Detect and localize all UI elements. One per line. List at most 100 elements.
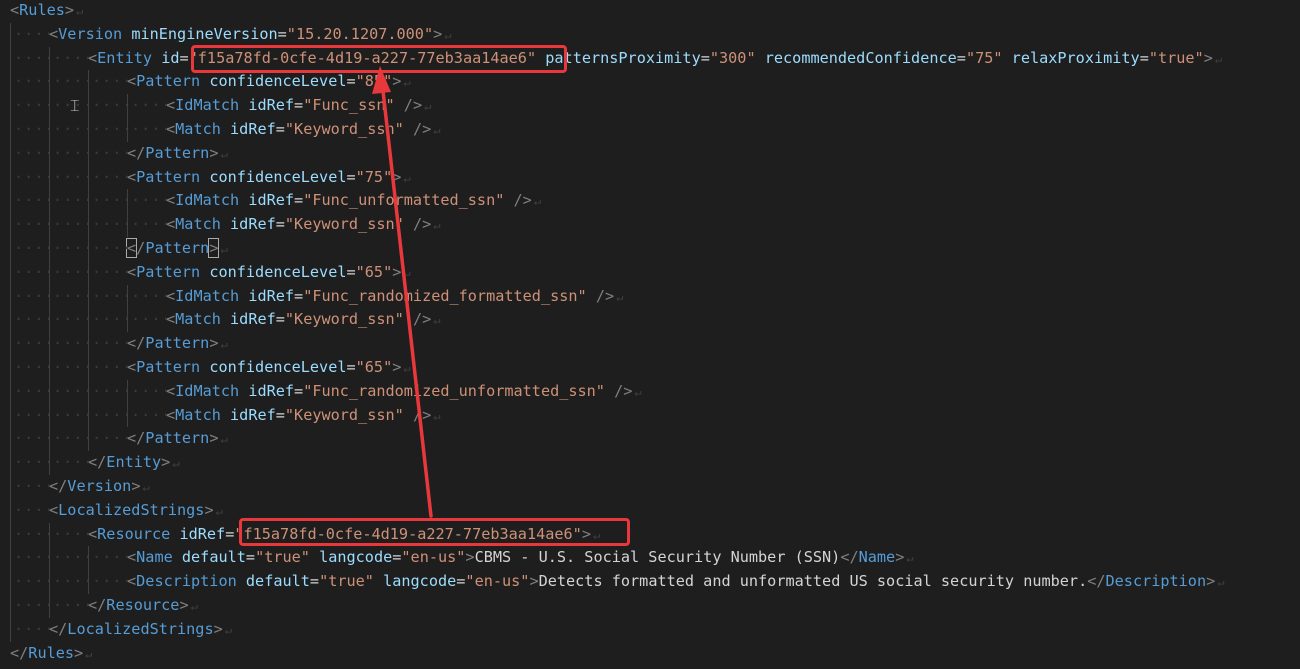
tag-name: Pattern bbox=[136, 167, 201, 186]
code-line[interactable]: <Match idRef="Keyword_ssn" />↵ bbox=[0, 213, 1225, 237]
indent-guide bbox=[49, 260, 94, 285]
indent-guide bbox=[10, 522, 55, 547]
attribute-name: idRef bbox=[179, 524, 226, 543]
code-line[interactable]: <Name default="true" langcode="en-us">CB… bbox=[0, 546, 1225, 570]
indent-guide bbox=[49, 117, 94, 142]
equals-sign: = bbox=[275, 215, 285, 234]
attribute-value: "65" bbox=[355, 357, 393, 376]
code-line[interactable]: </Pattern>↵ bbox=[0, 332, 1225, 356]
text-content bbox=[504, 191, 513, 209]
code-line[interactable]: <IdMatch idRef="Func_randomized_formatte… bbox=[0, 284, 1225, 309]
indent-guide bbox=[10, 332, 55, 356]
punctuation: /> bbox=[412, 215, 432, 234]
indent-guide bbox=[127, 308, 172, 332]
punctuation: /> bbox=[412, 119, 432, 138]
indent-guide bbox=[49, 451, 94, 475]
code-line[interactable]: <Rules> ↵ bbox=[0, 0, 1225, 23]
attribute-name: confidenceLevel bbox=[209, 72, 347, 91]
attribute-name: idRef bbox=[248, 191, 295, 210]
indent-guide bbox=[10, 403, 55, 428]
indent-guide bbox=[10, 379, 55, 404]
code-line[interactable]: <Entity id="f15a78fd-0cfe-4d19-a227-77eb… bbox=[0, 46, 1225, 71]
code-line[interactable]: </Pattern>↵ bbox=[0, 236, 1225, 261]
tag-name: IdMatch bbox=[175, 191, 240, 210]
attribute-name: langcode bbox=[319, 548, 393, 567]
punctuation: > bbox=[209, 334, 219, 353]
line-end-marker: ↵ bbox=[634, 384, 642, 399]
indent-guide bbox=[127, 403, 172, 428]
tag-name: Match bbox=[175, 310, 221, 329]
code-line[interactable]: <Pattern confidenceLevel="75">↵ bbox=[0, 165, 1225, 190]
code-line[interactable]: <Version minEngineVersion="15.20.1207.00… bbox=[0, 22, 1225, 47]
code-line[interactable]: <Description default="true" langcode="en… bbox=[0, 570, 1225, 594]
indent-guide bbox=[49, 379, 94, 404]
code-line[interactable]: <LocalizedStrings>↵ bbox=[0, 498, 1225, 523]
indent-guide bbox=[49, 141, 94, 166]
attribute-value: "Func_randomized_unformatted_ssn" bbox=[303, 381, 605, 400]
text-content bbox=[536, 49, 545, 67]
equals-sign: = bbox=[275, 405, 285, 424]
tag-name: Match bbox=[175, 405, 221, 424]
indent-guide bbox=[49, 570, 94, 594]
equals-sign: = bbox=[294, 286, 304, 305]
punctuation: > bbox=[529, 572, 539, 591]
indent-guide bbox=[10, 141, 55, 166]
tag-name: Resource bbox=[97, 524, 171, 543]
line-end-marker: ↵ bbox=[76, 4, 84, 18]
tag-name: Pattern bbox=[145, 429, 210, 448]
text-content bbox=[395, 96, 404, 114]
indent-guide bbox=[49, 522, 94, 547]
indent-guide bbox=[88, 332, 133, 356]
attribute-name: idRef bbox=[230, 405, 276, 424]
code-line[interactable]: <Match idRef="Keyword_ssn" />↵ bbox=[0, 403, 1225, 428]
attribute-name: idRef bbox=[230, 215, 276, 234]
code-line[interactable]: </Entity>↵ bbox=[0, 451, 1225, 475]
line-end-marker: ↵ bbox=[433, 313, 441, 328]
punctuation: /> bbox=[412, 405, 432, 424]
equals-sign: = bbox=[294, 96, 304, 115]
indent-guide bbox=[88, 379, 133, 404]
equals-sign: = bbox=[277, 24, 287, 43]
text-content: CBMS - U.S. Social Security Number (SSN) bbox=[474, 548, 841, 567]
code-line[interactable]: <Pattern confidenceLevel="85">↵ bbox=[0, 70, 1225, 94]
code-line[interactable]: <Match idRef="Keyword_ssn" />↵ bbox=[0, 308, 1225, 332]
code-line[interactable]: <Pattern confidenceLevel="65">↵ bbox=[0, 355, 1225, 380]
line-end-marker: ↵ bbox=[220, 337, 228, 352]
code-line[interactable]: </Rules> ↵ bbox=[0, 642, 1225, 666]
indent-guide bbox=[10, 617, 55, 642]
text-content bbox=[239, 96, 248, 114]
xml-code-view[interactable]: <Rules>↵<Version minEngineVersion="15.20… bbox=[0, 0, 1225, 665]
code-line[interactable]: <IdMatch idRef="Func_randomized_unformat… bbox=[0, 379, 1225, 404]
text-content bbox=[173, 548, 182, 566]
line-end-marker: ↵ bbox=[433, 408, 441, 423]
code-line[interactable]: </Version>↵ bbox=[0, 474, 1225, 499]
code-line[interactable]: <IdMatch idRef="Func_unformatted_ssn" />… bbox=[0, 189, 1225, 213]
code-line[interactable]: </Resource>↵ bbox=[0, 593, 1225, 618]
tag-name: Entity bbox=[97, 48, 153, 67]
indent-guide bbox=[49, 189, 94, 213]
punctuation: > bbox=[64, 1, 75, 19]
indent-guide bbox=[10, 165, 55, 190]
code-line[interactable]: </LocalizedStrings>↵ bbox=[0, 617, 1225, 642]
punctuation: > bbox=[204, 500, 214, 519]
code-line[interactable]: <IdMatch idRef="Func_ssn" />↵ bbox=[0, 94, 1225, 118]
indent-guide bbox=[49, 546, 94, 570]
code-editor[interactable]: <Rules>↵<Version minEngineVersion="15.20… bbox=[0, 0, 1300, 669]
indent-guide bbox=[49, 427, 94, 451]
code-line[interactable]: </Pattern>↵ bbox=[0, 141, 1225, 166]
line-end-marker: ↵ bbox=[142, 479, 150, 494]
attribute-value: "Keyword_ssn" bbox=[284, 119, 404, 138]
code-line[interactable]: <Resource idRef="f15a78fd-0cfe-4d19-a227… bbox=[0, 522, 1225, 547]
code-line[interactable]: <Pattern confidenceLevel="65">↵ bbox=[0, 260, 1225, 285]
line-end-marker: ↵ bbox=[433, 218, 441, 233]
attribute-name: confidenceLevel bbox=[209, 357, 347, 376]
line-end-marker: ↵ bbox=[220, 241, 228, 256]
code-line[interactable]: </Pattern>↵ bbox=[0, 427, 1225, 451]
line-end-marker: ↵ bbox=[172, 456, 180, 471]
attribute-name: langcode bbox=[383, 572, 457, 591]
equals-sign: = bbox=[346, 357, 356, 376]
indent-guide bbox=[88, 236, 133, 261]
code-line[interactable]: <Match idRef="Keyword_ssn" />↵ bbox=[0, 117, 1225, 142]
text-content bbox=[221, 406, 230, 424]
text-content bbox=[404, 120, 413, 138]
